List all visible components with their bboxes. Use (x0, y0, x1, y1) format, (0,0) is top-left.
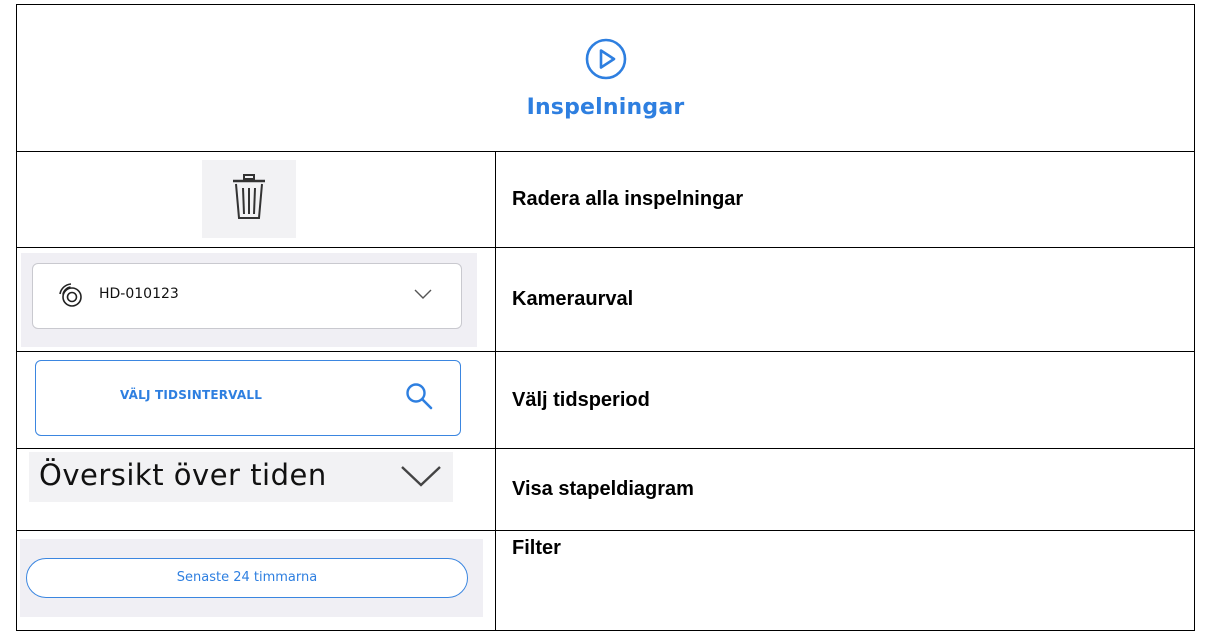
filter-preview: Senaste 24 timmarna (20, 539, 483, 617)
play-circle-icon (585, 38, 626, 79)
description-filter: Filter (495, 530, 1195, 631)
description-camera-selection: Kameraurval (495, 247, 1195, 352)
legend-table: Inspelningar Radera alla inspelningar HD… (16, 4, 1195, 631)
search-icon (406, 383, 433, 410)
chevron-down-icon (414, 289, 432, 299)
camera-name: HD-010123 (99, 286, 179, 302)
overview-toggle[interactable]: Översikt över tiden (29, 452, 453, 502)
description-bar-chart: Visa stapeldiagram (495, 448, 1195, 531)
overview-label: Översikt över tiden (39, 458, 327, 492)
description-time-period: Välj tidsperiod (495, 351, 1195, 449)
time-interval-button[interactable]: VÄLJ TIDSINTERVALL (35, 360, 461, 436)
camera-selector-preview: HD-010123 (21, 253, 477, 347)
camera-icon (59, 283, 82, 307)
time-interval-label: VÄLJ TIDSINTERVALL (119, 388, 263, 402)
filter-button[interactable]: Senaste 24 timmarna (26, 558, 468, 598)
camera-select[interactable]: HD-010123 (32, 263, 462, 329)
description-delete-all: Radera alla inspelningar (495, 151, 1195, 248)
header-cell: Inspelningar (16, 4, 1195, 152)
filter-preview-cell: Senaste 24 timmarna (16, 530, 496, 631)
overview-preview-cell: Översikt över tiden (16, 448, 496, 531)
chevron-down-icon (401, 466, 441, 487)
trash-icon (233, 174, 265, 219)
trash-button-preview (202, 160, 296, 238)
trash-preview-cell (16, 151, 496, 248)
camera-preview-cell: HD-010123 (16, 247, 496, 352)
header-title: Inspelningar (526, 94, 685, 120)
filter-label: Senaste 24 timmarna (176, 570, 318, 585)
interval-preview-cell: VÄLJ TIDSINTERVALL (16, 351, 496, 449)
